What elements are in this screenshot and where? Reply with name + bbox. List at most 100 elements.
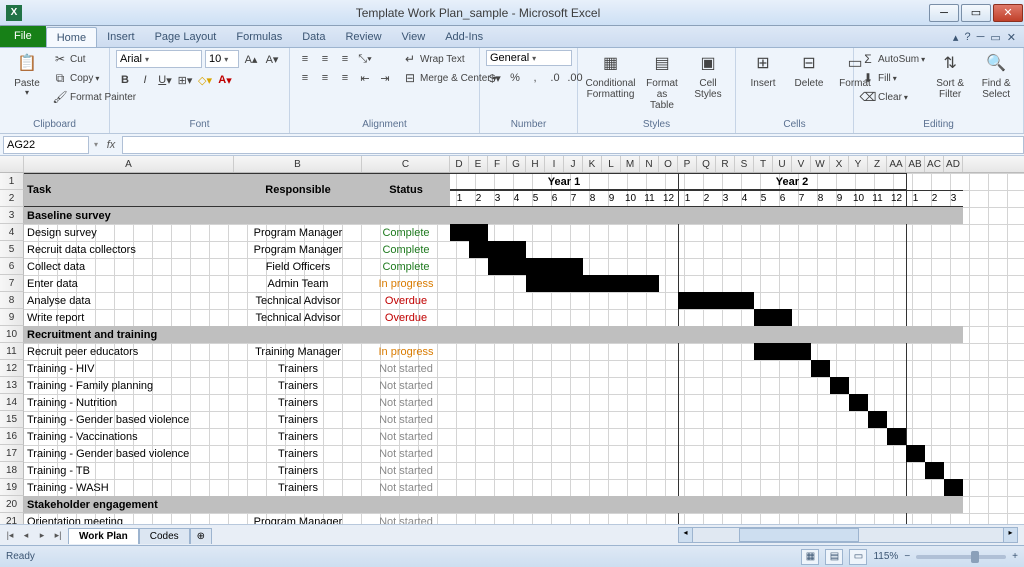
cell[interactable]: Task	[24, 173, 234, 207]
comma-icon[interactable]: ,	[526, 69, 544, 87]
cell[interactable]: Admin Team	[234, 275, 362, 292]
cell[interactable]: Trainers	[234, 411, 362, 428]
cell[interactable]: 1	[678, 190, 697, 207]
shrink-font-icon[interactable]: A▾	[263, 50, 281, 68]
col-header[interactable]: L	[602, 156, 621, 172]
align-bottom-icon[interactable]: ≡	[336, 50, 354, 68]
cell[interactable]: 1	[450, 190, 469, 207]
align-top-icon[interactable]: ≡	[296, 50, 314, 68]
sheet-tab[interactable]: Codes	[139, 528, 190, 544]
cell[interactable]: 9	[602, 190, 621, 207]
cell[interactable]: 11	[868, 190, 887, 207]
doc-min-icon[interactable]: ─	[977, 31, 985, 44]
maximize-button[interactable]: ▭	[961, 4, 991, 22]
cell[interactable]: 12	[887, 190, 906, 207]
grow-font-icon[interactable]: A▴	[242, 50, 260, 68]
indent-inc-icon[interactable]: ⇥	[376, 69, 394, 87]
underline-icon[interactable]: U▾	[156, 71, 174, 89]
cell[interactable]: 2	[925, 190, 944, 207]
col-header[interactable]: E	[469, 156, 488, 172]
fx-icon[interactable]: fx	[100, 139, 122, 151]
cell[interactable]: Training - Family planning	[24, 377, 234, 394]
cell[interactable]: 3	[716, 190, 735, 207]
cell[interactable]: Training - Nutrition	[24, 394, 234, 411]
zoom-level[interactable]: 115%	[873, 551, 898, 562]
col-header[interactable]: P	[678, 156, 697, 172]
doc-max-icon[interactable]: ▭	[990, 31, 1000, 44]
row-header[interactable]: 2	[0, 190, 24, 207]
col-header[interactable]: D	[450, 156, 469, 172]
doc-close-icon[interactable]: ✕	[1007, 31, 1016, 44]
row-header[interactable]: 4	[0, 224, 24, 241]
col-header[interactable]: AA	[887, 156, 906, 172]
cell[interactable]: Status	[362, 173, 450, 207]
horizontal-scrollbar[interactable]: ◂ ▸	[678, 527, 1018, 543]
cell[interactable]: 5	[526, 190, 545, 207]
col-header[interactable]: AB	[906, 156, 925, 172]
cell[interactable]: 1	[906, 190, 925, 207]
col-header[interactable]: M	[621, 156, 640, 172]
italic-icon[interactable]: I	[136, 71, 154, 89]
row-header[interactable]: 16	[0, 428, 24, 445]
cell[interactable]: Program Manager	[234, 241, 362, 258]
sheet-tab-active[interactable]: Work Plan	[68, 528, 139, 544]
zoom-slider[interactable]	[916, 555, 1006, 559]
col-header[interactable]: O	[659, 156, 678, 172]
help-icon[interactable]: ?	[964, 31, 970, 44]
formula-input[interactable]	[122, 136, 1024, 154]
cell-styles-button[interactable]: ▣Cell Styles	[687, 50, 729, 102]
fill-color-icon[interactable]: ◇▾	[196, 71, 214, 89]
ribbon-tab-review[interactable]: Review	[335, 27, 391, 47]
zoom-in-icon[interactable]: +	[1012, 551, 1018, 562]
col-header[interactable]: AD	[944, 156, 963, 172]
cell[interactable]: 6	[773, 190, 792, 207]
col-header[interactable]: C	[362, 156, 450, 172]
cell[interactable]: Technical Advisor	[234, 292, 362, 309]
col-header[interactable]: U	[773, 156, 792, 172]
cell[interactable]: 3	[488, 190, 507, 207]
col-header[interactable]: Q	[697, 156, 716, 172]
ribbon-tab-add-ins[interactable]: Add-Ins	[435, 27, 493, 47]
cell[interactable]: 9	[830, 190, 849, 207]
clear-button[interactable]: ⌫Clear▾	[860, 88, 925, 106]
cell[interactable]: 7	[792, 190, 811, 207]
cell[interactable]: Not started	[362, 513, 450, 524]
col-header[interactable]: AC	[925, 156, 944, 172]
delete-cells-button[interactable]: ⊟Delete	[788, 50, 830, 91]
cell[interactable]: 2	[697, 190, 716, 207]
first-sheet-icon[interactable]: |◂	[2, 527, 18, 543]
align-left-icon[interactable]: ≡	[296, 69, 314, 87]
cell[interactable]: Year 2	[678, 173, 906, 190]
row-header[interactable]: 9	[0, 309, 24, 326]
cell[interactable]: 12	[659, 190, 678, 207]
ribbon-tab-page-layout[interactable]: Page Layout	[145, 27, 227, 47]
row-header[interactable]: 6	[0, 258, 24, 275]
ribbon-tab-formulas[interactable]: Formulas	[226, 27, 292, 47]
row-header[interactable]: 17	[0, 445, 24, 462]
row-header[interactable]: 15	[0, 411, 24, 428]
percent-icon[interactable]: %	[506, 69, 524, 87]
cell[interactable]: Overdue	[362, 292, 450, 309]
cell[interactable]: Training - WASH	[24, 479, 234, 496]
col-header[interactable]: N	[640, 156, 659, 172]
cell[interactable]: 7	[564, 190, 583, 207]
col-header[interactable]: T	[754, 156, 773, 172]
row-header[interactable]: 5	[0, 241, 24, 258]
row-header[interactable]: 13	[0, 377, 24, 394]
cell[interactable]: Recruit peer educators	[24, 343, 234, 360]
row-header[interactable]: 12	[0, 360, 24, 377]
cell[interactable]: Complete	[362, 241, 450, 258]
cell[interactable]: Trainers	[234, 394, 362, 411]
bold-icon[interactable]: B	[116, 71, 134, 89]
cell[interactable]: 10	[849, 190, 868, 207]
cell[interactable]: Training - Gender based violence	[24, 411, 234, 428]
new-sheet-icon[interactable]: ⊕	[190, 528, 212, 544]
row-header[interactable]: 20	[0, 496, 24, 513]
cell[interactable]: Complete	[362, 258, 450, 275]
cell[interactable]: 8	[811, 190, 830, 207]
row-header[interactable]: 19	[0, 479, 24, 496]
minimize-button[interactable]: ─	[929, 4, 959, 22]
cell[interactable]: 4	[507, 190, 526, 207]
autosum-button[interactable]: ΣAutoSum▾	[860, 50, 925, 68]
col-header[interactable]: I	[545, 156, 564, 172]
